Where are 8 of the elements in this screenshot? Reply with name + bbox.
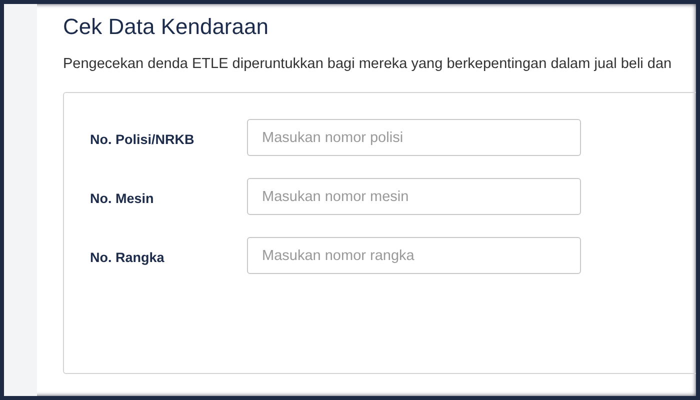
page-title: Cek Data Kendaraan [63, 13, 270, 41]
field-label: No. Polisi/NRKB [90, 131, 196, 147]
input-field[interactable]: Masukan nomor rangka [247, 237, 581, 274]
field-label: No. Mesin [90, 190, 155, 206]
field-label: No. Rangka [90, 249, 166, 265]
input-field[interactable]: Masukan nomor polisi [247, 119, 581, 156]
page-description: Pengecekan denda ETLE diperuntukkan bagi mereka yang berkepentingan dalam jual beli dan [63, 55, 673, 74]
input-field[interactable]: Masukan nomor mesin [247, 178, 581, 215]
